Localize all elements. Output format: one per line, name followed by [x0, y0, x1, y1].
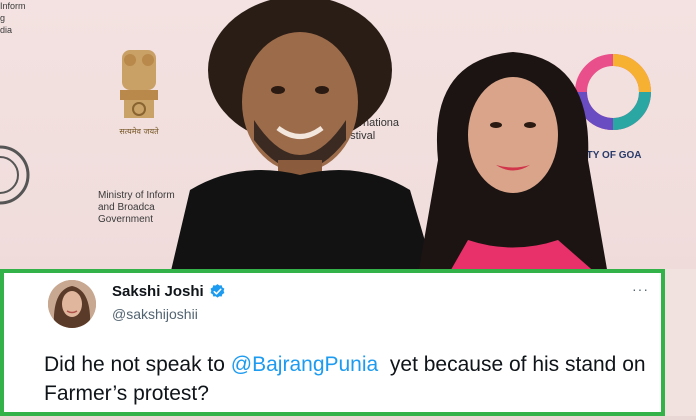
tweet-card[interactable]: Sakshi Joshi @sakshijoshii ··· Did he no…: [0, 269, 665, 416]
tweet-author-row: Sakshi Joshi: [112, 283, 226, 300]
tweet-text-part: Did he not speak to: [44, 353, 231, 376]
author-handle[interactable]: @sakshijoshii: [112, 306, 198, 322]
woman-figure: [418, 52, 608, 275]
backdrop-line: g: [0, 13, 6, 23]
backdrop-line: dia: [0, 25, 13, 35]
photo-meme: Inform g dia सत्यमेव जयते Ministry of In…: [0, 0, 696, 420]
mention-link[interactable]: @BajrangPunia: [231, 353, 378, 376]
author-name[interactable]: Sakshi Joshi: [112, 283, 204, 300]
verified-badge-icon: [210, 284, 225, 298]
backdrop-line: Inform: [0, 1, 26, 11]
avatar[interactable]: [48, 280, 96, 328]
backdrop-right-edge: [665, 269, 696, 420]
tweet-text: Did he not speak to @BajrangPunia yet be…: [44, 350, 654, 408]
seal-icon: [0, 145, 30, 205]
backdrop-bottom-edge: [0, 416, 696, 420]
backdrop-top-left-text: Inform g dia: [0, 0, 26, 36]
more-options-icon[interactable]: ···: [632, 281, 649, 297]
avatar-photo-icon: [48, 280, 96, 328]
man-figure: [170, 0, 435, 275]
